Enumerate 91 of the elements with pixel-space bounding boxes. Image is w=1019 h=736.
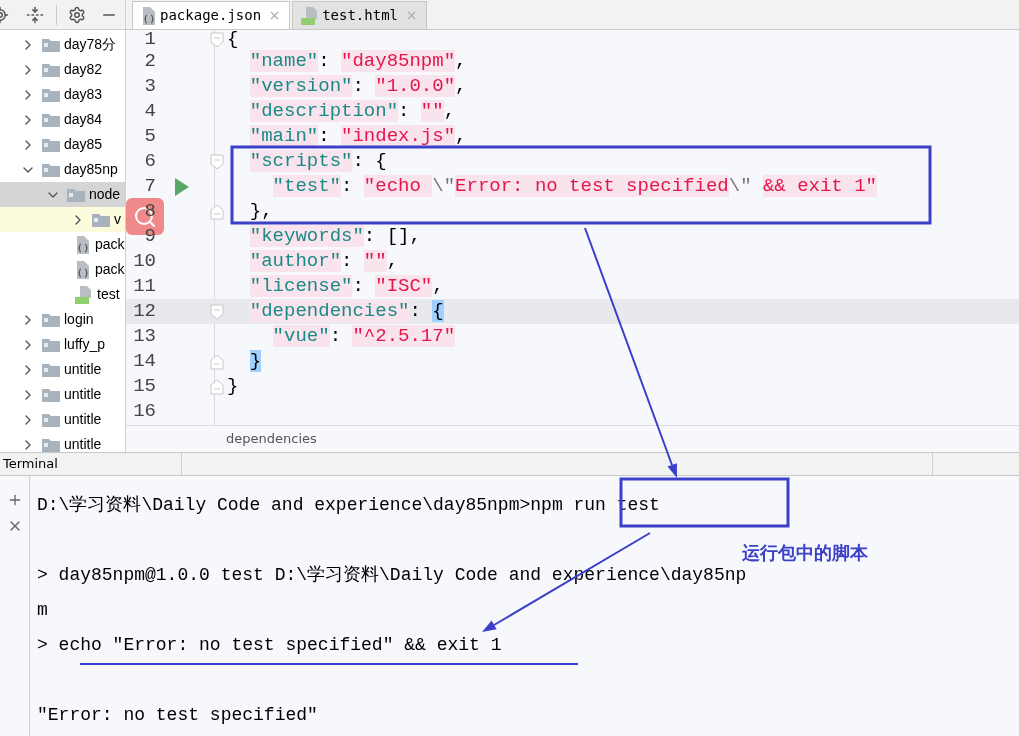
tree-item-label: pack <box>95 260 125 279</box>
tree-item[interactable]: luffy_p <box>0 332 125 357</box>
collapse-all-icon[interactable] <box>26 5 44 24</box>
code-line: "scripts": { <box>248 152 387 171</box>
folder-icon <box>42 412 60 427</box>
code-line: } <box>227 377 239 396</box>
tree-item-label: login <box>64 310 94 329</box>
json-file-icon <box>75 235 91 254</box>
annotation-note: 运行包中的脚本 <box>742 542 868 565</box>
tree-item[interactable]: login <box>0 307 125 332</box>
json-file-icon <box>75 260 91 279</box>
html-file-icon <box>75 285 93 304</box>
line-number: 13 <box>133 327 156 346</box>
fold-marker-icon[interactable] <box>210 31 224 48</box>
folder-icon <box>42 362 60 377</box>
tree-item-label: v <box>114 210 121 229</box>
line-number: 15 <box>133 377 156 396</box>
fold-marker-icon[interactable] <box>210 203 224 220</box>
line-number: 2 <box>144 52 156 71</box>
line-number: 7 <box>144 177 156 196</box>
tree-item[interactable]: node <box>0 182 125 207</box>
tree-item-label: pack <box>95 235 125 254</box>
folder-icon <box>42 137 60 152</box>
fold-marker-icon[interactable] <box>210 353 224 370</box>
tree-item[interactable]: test <box>0 282 125 307</box>
tree-item[interactable]: day85np <box>0 157 125 182</box>
tree-item-label: untitle <box>64 360 102 379</box>
line-number: 14 <box>133 352 156 371</box>
folder-icon <box>42 62 60 77</box>
tree-item-label: untitle <box>64 410 102 429</box>
tree-item-label: untitle <box>64 435 102 452</box>
folder-icon <box>42 37 60 52</box>
tree-item[interactable]: day84 <box>0 107 125 132</box>
terminal-prompt: D:\学习资料\Daily Code and experience\day85npm> <box>37 494 531 517</box>
line-number: 1 <box>144 30 156 49</box>
tree-item[interactable]: day85 <box>0 132 125 157</box>
tree-item[interactable]: untitle <box>0 382 125 407</box>
tree-item[interactable]: pack <box>0 257 125 282</box>
line-number: 10 <box>133 252 156 271</box>
code-line: }, <box>248 202 273 221</box>
tree-item[interactable]: pack <box>0 232 125 257</box>
settings-icon[interactable] <box>68 5 86 24</box>
tree-item[interactable]: untitle <box>0 407 125 432</box>
line-number: 11 <box>133 277 156 296</box>
folder-icon <box>42 337 60 352</box>
tree-item-label: day83 <box>64 85 103 104</box>
line-number: 3 <box>144 77 156 96</box>
terminal-line: "Error: no test specified" <box>37 704 318 727</box>
tree-item-label: node <box>89 185 121 204</box>
terminal-line: m <box>37 599 48 622</box>
tree-item-label: luffy_p <box>64 335 105 354</box>
terminal-title: Terminal <box>2 455 59 474</box>
fold-marker-icon[interactable] <box>210 378 224 395</box>
folder-icon <box>42 112 60 127</box>
json-file-icon <box>141 6 157 25</box>
fold-marker-icon[interactable] <box>210 303 224 320</box>
folder-icon <box>42 87 60 102</box>
breadcrumb[interactable]: dependencies <box>226 429 317 449</box>
tree-item-label: day78分 <box>64 35 117 54</box>
run-icon[interactable] <box>174 177 189 196</box>
line-number: 6 <box>144 152 156 171</box>
code-line: { <box>227 30 239 49</box>
tree-item[interactable]: day82 <box>0 57 125 82</box>
code-line: "dependencies": { <box>248 302 444 321</box>
line-number: 12 <box>133 302 156 321</box>
tree-item[interactable]: untitle <box>0 357 125 382</box>
tree-item-label: day85np <box>64 160 118 179</box>
line-number: 5 <box>144 127 156 146</box>
fold-marker-icon[interactable] <box>210 153 224 170</box>
tree-item[interactable]: v <box>0 207 125 232</box>
tree-item[interactable]: untitle <box>0 432 125 452</box>
line-number: 4 <box>144 102 156 121</box>
tree-item-label: test <box>97 285 120 304</box>
tree-item-label: untitle <box>64 385 102 404</box>
tree-item[interactable]: day78分 <box>0 32 125 57</box>
code-line: "test": "echo \"Error: no test specified\" && exit 1" <box>271 177 877 196</box>
folder-icon <box>42 312 60 327</box>
folder-icon <box>92 212 110 227</box>
tree-item[interactable]: day83 <box>0 82 125 107</box>
folder-icon <box>42 387 60 402</box>
tree-item-label: day82 <box>64 60 103 79</box>
folder-icon <box>67 187 85 202</box>
code-line: "vue": "^2.5.17" <box>271 327 456 346</box>
editor-tab[interactable]: package.json <box>132 1 291 29</box>
terminal-line: > echo "Error: no test specified" && exit 1 <box>37 634 502 657</box>
folder-icon <box>42 162 60 177</box>
tree-item-label: day85 <box>64 135 103 154</box>
tree-item-label: day84 <box>64 110 103 129</box>
html-file-icon <box>301 6 320 25</box>
line-number: 16 <box>133 402 156 421</box>
editor-tab[interactable]: test.html <box>292 1 427 29</box>
